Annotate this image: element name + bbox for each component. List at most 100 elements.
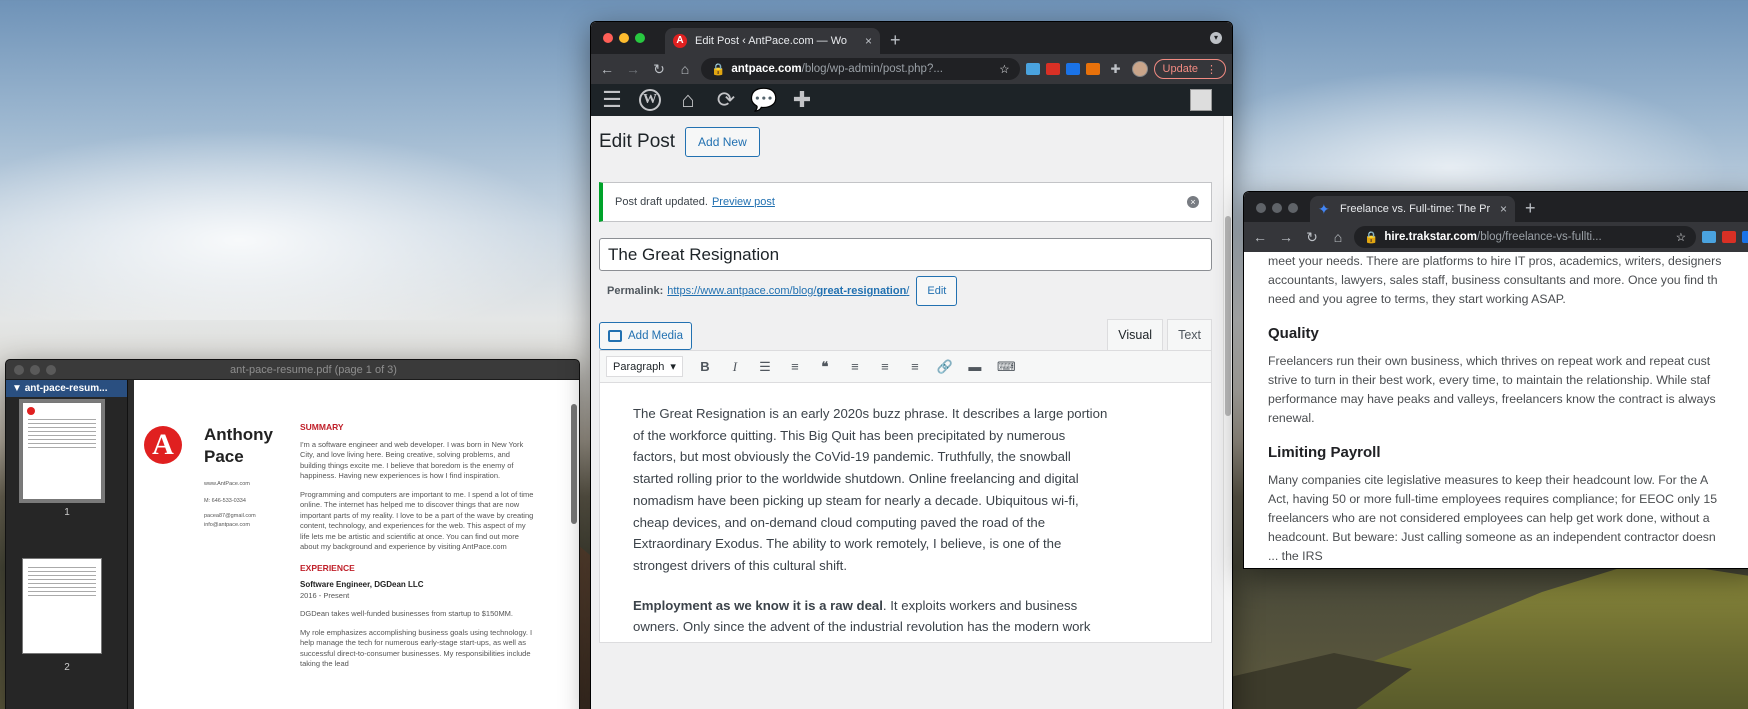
summary-heading: SUMMARY [300,422,344,432]
add-new-button[interactable]: Add New [685,127,760,157]
reload-icon[interactable]: ↻ [1302,229,1322,246]
new-tab-button[interactable]: + [1525,198,1536,219]
read-more-icon[interactable]: ▬ [967,359,983,374]
preview-post-link[interactable]: Preview post [712,196,775,208]
align-center-icon[interactable]: ≡ [877,359,893,374]
home-icon[interactable]: ⌂ [675,87,701,113]
minimize-button[interactable] [1272,203,1282,213]
page-thumbnail-2[interactable] [22,558,102,654]
minimize-button[interactable] [619,33,629,43]
post-title-input[interactable]: The Great Resignation [599,238,1212,271]
extension-icon[interactable] [1045,63,1060,75]
address-bar[interactable]: 🔒 hire.trakstar.com/blog/freelance-vs-fu… [1354,226,1696,248]
thumb-text-line [28,587,96,588]
extension-icon[interactable] [1065,63,1080,75]
article-line: strive to turn in their best work, every… [1268,373,1711,387]
browser-tab[interactable]: A Edit Post ‹ AntPace.com — Wo × [665,28,880,54]
page-thumbnail-1[interactable] [19,399,105,503]
add-media-button[interactable]: Add Media [599,322,692,350]
italic-icon[interactable]: I [727,359,743,375]
scrollbar[interactable] [571,404,577,524]
wordpress-logo-icon[interactable]: W [637,87,663,113]
preview-window: ant-pace-resume.pdf (page 1 of 3) ▼ ant-… [5,359,580,709]
menu-hamburger-icon[interactable]: ☰ [599,87,625,113]
zoom-button[interactable] [46,364,56,375]
tab-text[interactable]: Text [1167,319,1212,350]
forward-icon[interactable]: → [1276,229,1296,245]
article-line: accountants, lawyers, sales staff, busin… [1268,273,1718,287]
bookmark-star-icon[interactable]: ☆ [999,62,1009,76]
forward-icon[interactable]: → [623,61,643,77]
bullet-list-icon[interactable]: ☰ [757,359,773,375]
thumb-text-line [28,427,96,428]
comments-icon[interactable]: 💬 [750,87,777,113]
extension-icon[interactable] [1742,231,1748,243]
preview-titlebar[interactable]: ant-pace-resume.pdf (page 1 of 3) [6,360,579,380]
more-menu-icon: ⋮ [1206,63,1217,76]
resume-body: SUMMARY I'm a software engineer and web … [300,422,535,678]
close-button[interactable] [14,364,24,375]
tab-close-icon[interactable]: × [865,34,872,48]
media-icon [608,330,622,342]
tab-close-icon[interactable]: × [1500,202,1507,216]
minimize-button[interactable] [30,364,40,375]
url-host: antpace.com [731,63,802,75]
article-line: freelancers who are not considered emplo… [1268,511,1710,525]
scroll-thumb[interactable] [1225,216,1231,416]
numbered-list-icon[interactable]: ≡ [787,359,803,374]
editor-content[interactable]: The Great Resignation is an early 2020s … [599,383,1212,643]
editor-controls: Add Media Visual Text [599,319,1212,350]
toolbar-toggle-icon[interactable]: ⌨ [997,359,1016,375]
trakstar-favicon-icon: ✦ [1318,201,1330,217]
dismiss-icon[interactable]: × [1187,196,1199,208]
plus-new-icon[interactable]: ✚ [789,87,815,113]
tab-visual[interactable]: Visual [1107,319,1164,350]
address-bar[interactable]: 🔒 antpace.com/blog/wp-admin/post.php?...… [701,58,1020,80]
zoom-button[interactable] [1288,203,1298,213]
format-select[interactable]: Paragraph ▾ [606,356,683,377]
article-content: meet your needs. There are platforms to … [1244,252,1748,566]
disclosure-triangle-icon: ▼ [12,383,25,394]
reload-icon[interactable]: ↻ [649,61,669,78]
update-button[interactable]: Update ⋮ [1153,59,1226,79]
puzzle-extensions-icon[interactable]: ✚ [1106,62,1126,76]
extension-icon[interactable] [1722,231,1736,243]
browser-tab[interactable]: ✦ Freelance vs. Full-time: The Pr × [1310,196,1515,222]
editor-toolbar: Paragraph ▾ B I ☰ ≡ ❝ ≡ ≡ ≡ 🔗 ▬ ⌨ [599,350,1212,383]
tab-search-icon[interactable]: ▾ [1210,32,1222,44]
link-icon[interactable]: 🔗 [937,359,953,375]
back-icon[interactable]: ← [597,61,617,77]
sidebar-header[interactable]: ▼ ant-pace-resum... [6,380,127,397]
extension-icon[interactable] [1025,63,1040,75]
zoom-button[interactable] [635,33,645,43]
align-left-icon[interactable]: ≡ [847,359,863,374]
pdf-page: A Anthony Pace www.AntPace.com M: 646-53… [134,380,579,709]
updates-icon[interactable]: ⟳ [713,87,739,113]
window-controls [1256,203,1298,213]
thumb-text-line [28,447,96,448]
back-icon[interactable]: ← [1250,229,1270,245]
close-button[interactable] [1256,203,1266,213]
extension-icon[interactable] [1085,63,1100,75]
permalink-link[interactable]: https://www.antpace.com/blog/great-resig… [667,285,909,297]
body-paragraph: Employment as we know it is a raw deal. … [633,595,1111,642]
align-right-icon[interactable]: ≡ [907,359,923,374]
url-path: /blog/freelance-vs-fullti... [1477,231,1602,243]
close-button[interactable] [603,33,613,43]
section-heading-payroll: Limiting Payroll [1268,444,1381,461]
bookmark-star-icon[interactable]: ☆ [1676,230,1686,244]
scrollbar[interactable] [1223,116,1232,709]
user-avatar[interactable] [1190,89,1212,111]
desktop-cloud [0,120,600,320]
home-icon[interactable]: ⌂ [675,61,695,77]
extension-icon[interactable] [1702,231,1716,243]
blockquote-icon[interactable]: ❝ [817,359,833,375]
home-icon[interactable]: ⌂ [1328,229,1348,245]
new-tab-button[interactable]: + [890,30,901,51]
profile-avatar[interactable] [1131,61,1148,77]
bold-icon[interactable]: B [697,359,713,374]
thumb-text-line [28,575,96,576]
edit-permalink-button[interactable]: Edit [916,276,958,306]
job-dates: 2016 - Present [300,590,350,600]
job-paragraph: My role emphasizes accomplishing busines… [300,627,533,669]
